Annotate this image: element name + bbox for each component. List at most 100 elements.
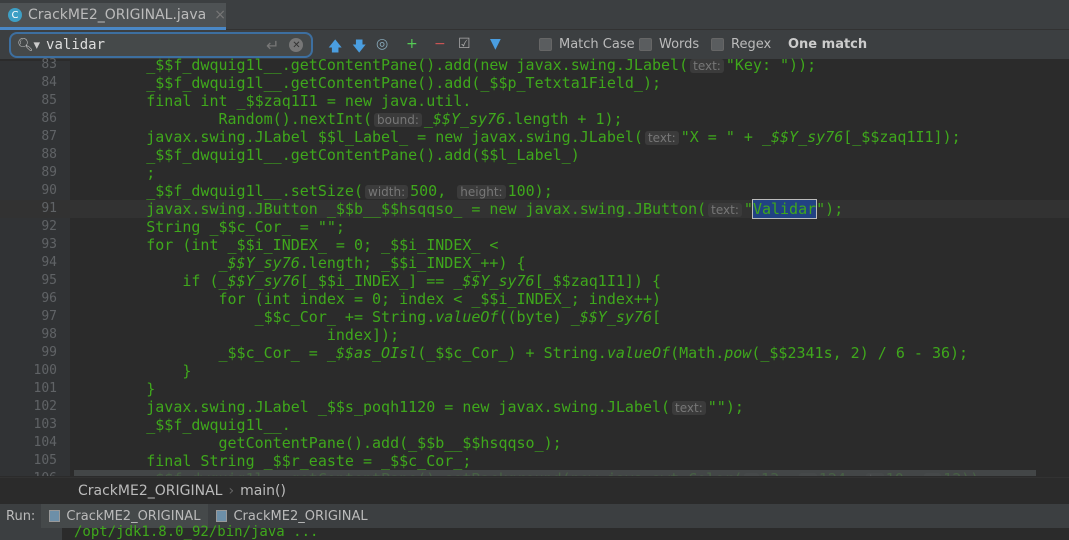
code-text: final String _$$r_easte = _$$c_Cor_; (74, 452, 471, 470)
code-line[interactable]: 98 index]); (0, 326, 1069, 344)
code-line[interactable]: 83 _$$f_dwquig1l__.getContentPane().add(… (0, 56, 1069, 74)
code-line[interactable]: 91 javax.swing.JButton _$$b__$$hsqqso_ =… (0, 199, 1069, 219)
code-text: _$$f_dwquig1l__.getContentPane().add($$l… (74, 146, 579, 164)
code-token: pow (724, 344, 752, 362)
code-token: "Key: ")); (725, 56, 817, 74)
line-number: 89 (41, 165, 57, 180)
code-line[interactable]: 99 _$$c_Cor_ = _$$as_OIsl(_$$c_Cor_) + S… (0, 344, 1069, 362)
breadcrumb-method[interactable]: main() (240, 483, 286, 499)
code-text: if (_$$Y_sy76[_$$i_INDEX_] == _$$Y_sy76[… (74, 272, 661, 290)
code-text: Random().nextInt(bound: _$$Y_sy76.length … (74, 110, 623, 129)
code-token: } (182, 362, 192, 380)
code-text: _$$f_dwquig1l__.getContentPane().add(new… (74, 56, 816, 75)
line-number: 88 (41, 147, 57, 162)
regex-label: Regex (731, 37, 772, 52)
parameter-hint: width: (365, 185, 409, 199)
code-line[interactable]: 92 String _$$c_Cor_ = ""; (0, 218, 1069, 236)
code-line[interactable]: 97 _$$c_Cor_ += String.valueOf((byte) _$… (0, 308, 1069, 326)
code-token: [_$$zaq1I1]); (843, 128, 961, 146)
code-line[interactable]: 101 } (0, 380, 1069, 398)
code-token: "X = " + (680, 128, 762, 146)
code-token: (_$$2341s, 2) / 6 - 36); (751, 344, 969, 362)
code-line[interactable]: 93 for (int _$$i_INDEX_ = 0; _$$i_INDEX_… (0, 236, 1069, 254)
code-line[interactable]: 88 _$$f_dwquig1l__.getContentPane().add(… (0, 146, 1069, 164)
code-text: _$$Y_sy76.length; _$$i_INDEX_++) { (74, 254, 526, 272)
run-config-icon (49, 510, 61, 522)
match-case-checkbox[interactable]: Match Case (539, 37, 635, 52)
line-number: 95 (41, 273, 57, 288)
line-number: 101 (33, 381, 57, 396)
code-line[interactable]: 95 if (_$$Y_sy76[_$$i_INDEX_] == _$$Y_sy… (0, 272, 1069, 290)
run-tab-label: CrackME2_ORIGINAL (66, 508, 201, 524)
editor-tab[interactable]: C CrackME2_ORIGINAL.java × (0, 3, 226, 30)
code-token: 500, (410, 182, 456, 200)
code-token: getContentPane().add(_$$b__$$hsqqso_); (218, 434, 562, 452)
code-text: _$$f_dwquig1l__.setSize(width: 500, heigh… (74, 182, 553, 201)
line-number: 106 (0, 470, 57, 476)
code-token: _$$f_dwquig1l__. (146, 416, 291, 434)
code-text: javax.swing.JLabel _$$s_poqh1120 = new j… (74, 398, 744, 417)
code-text: index]); (74, 326, 399, 344)
code-editor[interactable]: 83 _$$f_dwquig1l__.getContentPane().add(… (0, 56, 1069, 476)
code-text: _$$f_dwquig1l__. (74, 416, 291, 434)
code-text: _$$c_Cor_ += String.valueOf((byte) _$$Y_… (74, 308, 661, 326)
code-token: "); (816, 200, 844, 218)
search-field[interactable]: 🔍︎▾ ↵ ✕ (9, 32, 313, 58)
code-line[interactable]: 84 _$$f_dwquig1l__.getContentPane().add(… (0, 74, 1069, 92)
search-input[interactable] (46, 37, 267, 53)
code-text: javax.swing.JButton _$$b__$$hsqqso_ = ne… (74, 199, 844, 219)
close-tab-icon[interactable]: × (214, 7, 226, 23)
console-output: /opt/jdk1.8.0_92/bin/java ... (0, 524, 1069, 540)
code-token: ; (146, 164, 156, 182)
code-line[interactable]: 100 } (0, 362, 1069, 380)
code-token: _$$c_Cor_ = (218, 344, 327, 362)
code-text: for (int _$$i_INDEX_ = 0; _$$i_INDEX_ < (74, 236, 498, 254)
code-line[interactable]: 103 _$$f_dwquig1l__. (0, 416, 1069, 434)
code-text: String _$$c_Cor_ = ""; (74, 218, 345, 236)
code-token: (_$$c_Cor_) + String. (417, 344, 607, 362)
editor-tab-bar: C CrackME2_ORIGINAL.java × (0, 0, 1069, 30)
code-line[interactable]: 96 for (int index = 0; index < _$$i_INDE… (0, 290, 1069, 308)
breadcrumb-separator: › (228, 482, 235, 499)
code-token: 100); (507, 182, 553, 200)
code-line[interactable]: 86 Random().nextInt(bound: _$$Y_sy76.leng… (0, 110, 1069, 128)
code-token: _$$Y_sy76 (570, 308, 652, 326)
code-line[interactable]: 90 _$$f_dwquig1l__.setSize(width: 500, he… (0, 182, 1069, 200)
code-token: } (146, 380, 156, 398)
code-token: valueOf (606, 344, 671, 362)
code-line[interactable]: 102 javax.swing.JLabel _$$s_poqh1120 = n… (0, 398, 1069, 416)
line-number: 98 (41, 327, 57, 342)
breadcrumb-class[interactable]: CrackME2_ORIGINAL (78, 483, 222, 499)
horizontal-scrollbar[interactable] (74, 470, 1036, 476)
words-checkbox[interactable]: Words (639, 37, 699, 52)
code-text: _$$f_dwquig1l__.getContentPane().add(_$$… (74, 74, 661, 92)
line-number: 90 (41, 183, 57, 198)
line-number: 83 (41, 57, 57, 72)
match-count-status: One match (788, 37, 868, 52)
code-line[interactable]: 104 getContentPane().add(_$$b__$$hsqqso_… (0, 434, 1069, 452)
words-label: Words (659, 37, 700, 52)
code-line[interactable]: 94 _$$Y_sy76.length; _$$i_INDEX_++) { (0, 254, 1069, 272)
filter-icon[interactable]: ▼ (490, 36, 501, 52)
code-line[interactable]: 87 javax.swing.JLabel $$l_Label_ = new j… (0, 128, 1069, 146)
line-number: 100 (33, 363, 57, 378)
code-token: javax.swing.JLabel _$$s_poqh1120 = new j… (146, 398, 671, 416)
code-line[interactable]: 105 final String _$$r_easte = _$$c_Cor_; (0, 452, 1069, 470)
code-line[interactable]: 89 ; (0, 164, 1069, 182)
find-all-icon[interactable]: ◎ (376, 36, 388, 52)
enter-icon: ↵ (266, 35, 280, 55)
search-icon[interactable]: 🔍︎▾ (17, 38, 40, 53)
code-text: } (74, 380, 155, 398)
code-line[interactable]: 85 final int _$$zaq1I1 = new java.util. (0, 92, 1069, 110)
code-token: [ (652, 308, 662, 326)
clear-search-icon[interactable]: ✕ (289, 38, 304, 52)
remove-occurrence-icon[interactable]: − (434, 36, 446, 52)
line-number: 97 (41, 309, 57, 324)
code-token: _$$Y_sy76 (453, 272, 535, 290)
code-token: index]); (326, 326, 400, 344)
add-occurrence-icon[interactable]: + (406, 36, 418, 52)
regex-checkbox[interactable]: Regex (711, 37, 771, 52)
select-all-occurrences-icon[interactable]: ☑ (458, 36, 471, 52)
code-text: ; (74, 164, 155, 182)
parameter-hint: text: (708, 203, 742, 217)
